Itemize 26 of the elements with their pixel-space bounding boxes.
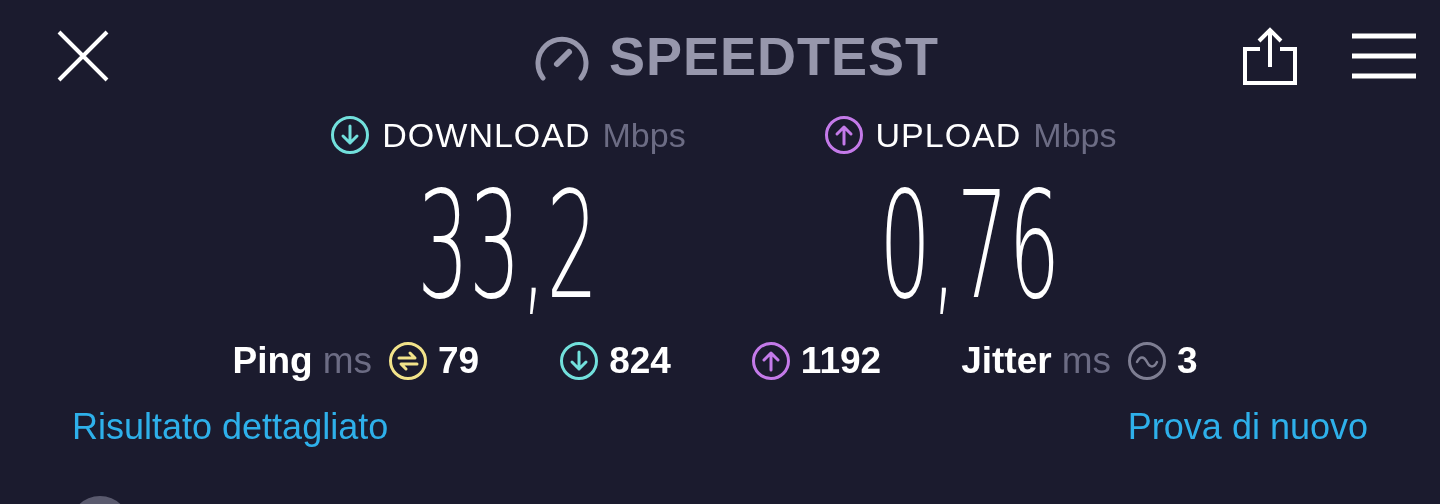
metric-label: UPLOAD: [875, 115, 1022, 155]
ping-icon: [387, 341, 428, 381]
text-link[interactable]: Risultato dettagliato: [72, 406, 389, 448]
stat-label: Jitter: [961, 340, 1052, 382]
stat-label: Ping: [232, 340, 313, 382]
speed-value: 33,2: [417, 172, 599, 320]
upload-icon: [750, 341, 791, 381]
speed-value: 0,76: [879, 172, 1061, 320]
stat-value: 1192: [800, 340, 882, 382]
unit-label: ms: [322, 340, 372, 382]
metric-label: DOWNLOAD: [382, 115, 591, 155]
text-link[interactable]: Prova di nuovo: [1127, 406, 1368, 448]
app-title: SPEEDTEST: [608, 25, 940, 87]
stat-value: 79: [437, 340, 480, 382]
stat-value: 824: [609, 340, 671, 382]
jitter-icon: [1126, 341, 1167, 381]
unit-label: Mbps: [602, 115, 686, 155]
upload-icon: [823, 115, 864, 155]
unit-label: Mbps: [1033, 115, 1117, 155]
download-icon: [559, 341, 600, 381]
close-icon[interactable]: [56, 29, 110, 83]
stat-value: 3: [1176, 340, 1198, 382]
menu-icon[interactable]: [1352, 33, 1416, 79]
share-icon[interactable]: [1242, 27, 1298, 85]
download-icon: [330, 115, 371, 155]
unit-label: ms: [1061, 340, 1111, 382]
